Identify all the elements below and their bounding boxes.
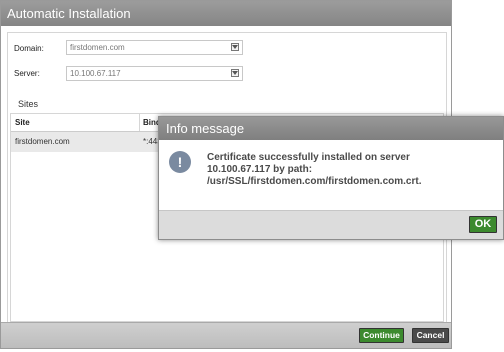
continue-button[interactable]: Continue [359,328,404,343]
sites-title: Sites [18,99,39,109]
chevron-down-icon[interactable] [231,43,239,51]
ok-button[interactable]: OK [469,216,497,233]
dialog-title: Automatic Installation [1,1,451,26]
info-message-modal: Info message ! Certificate successfully … [158,116,504,240]
cancel-button[interactable]: Cancel [412,328,449,343]
message-line: Certificate successfully installed on se… [207,152,410,163]
modal-body: ! Certificate successfully installed on … [159,140,503,212]
dialog-footer: Continue Cancel [1,322,451,348]
info-message-text: Certificate successfully installed on se… [207,152,487,188]
domain-label: Domain: [14,44,44,53]
domain-select[interactable]: firstdomen.com [66,40,243,55]
modal-title: Info message [159,117,503,140]
row-site: firstdomen.com [15,137,70,146]
server-value: 10.100.67.117 [70,69,121,78]
message-line: /usr/SSL/firstdomen.com/firstdomen.com.c… [207,176,422,187]
modal-footer: OK [159,210,503,239]
exclamation-icon: ! [169,151,191,173]
server-label: Server: [14,69,40,78]
column-site[interactable]: Site [15,114,30,131]
chevron-down-icon[interactable] [231,69,239,77]
message-line: 10.100.67.117 by path: [207,164,313,175]
domain-value: firstdomen.com [70,43,125,52]
server-select[interactable]: 10.100.67.117 [66,66,243,81]
column-divider [139,114,140,131]
